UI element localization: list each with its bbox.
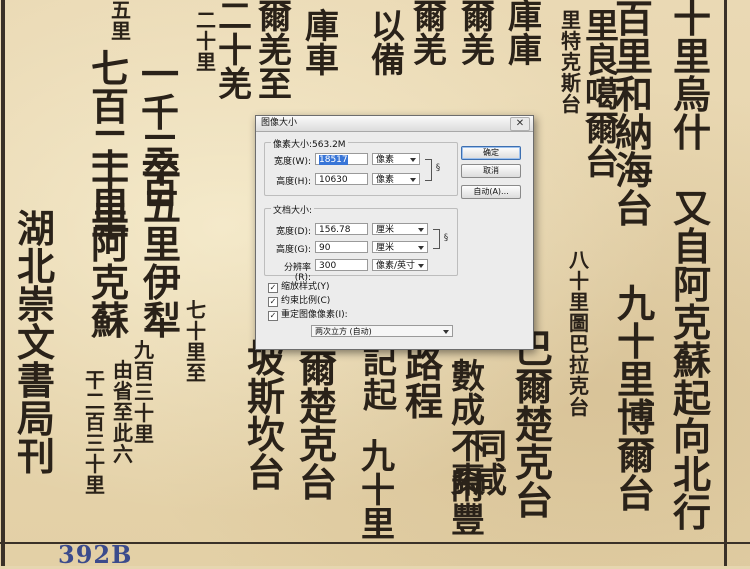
constrain-checkbox[interactable]: ✓ [268,297,278,307]
text-column: 八 十 里 圖 巴 拉 克 台 [569,248,589,419]
pixel-height-input[interactable]: 10630 [315,173,368,185]
resolution-label: 分辨率(R): [283,263,311,283]
text-column: 五 里 [111,0,131,43]
pixel-height-unit-select[interactable]: 像素 [372,173,420,185]
resolution-unit-select[interactable]: 像素/英寸 [372,259,428,271]
text-column: 干 二 百 三 十 里 [85,368,105,497]
page-border-right [724,0,727,566]
pixel-dimensions-group: 像素大小:563.2M 宽度(W): 18517 像素 高度(H): 10630… [264,137,458,196]
constrain-bracket [425,159,432,181]
text-column: 爾 楚 克 台 [298,346,337,505]
constrain-label: 约束比例(C) [281,296,331,306]
text-column: 里 特 克 斯 台 [561,8,581,116]
doc-width-row: 宽度(D): 156.78 厘米 [269,223,454,237]
text-column: 卒 五 里 伊 犁 [142,146,181,343]
doc-width-input[interactable]: 156.78 [315,223,368,235]
text-column: 數 成 [451,357,485,431]
resample-checkbox[interactable]: ✓ [268,311,278,321]
scale-styles-label: 缩放样式(Y) [281,282,330,292]
pixel-width-label: 宽度(W): [274,157,311,167]
page-border-left [1,0,5,566]
pixel-width-unit-select[interactable]: 像素 [372,153,420,165]
resample-checkbox-row[interactable]: ✓ 重定图像像素(I): [268,310,348,321]
dialog-titlebar[interactable]: 图像大小 ✕ [256,116,533,132]
text-column: 二 十 羌 [218,0,252,105]
cancel-button[interactable]: 取消 [461,164,521,178]
pixel-height-label: 高度(H): [276,177,311,187]
constrain-checkbox-row[interactable]: ✓ 约束比例(C) [268,296,330,307]
link-chain-icon: § [435,163,441,173]
text-column: 由 省 至 此 六 [113,358,133,466]
dialog-title: 图像大小 [261,118,298,128]
resample-method-select[interactable]: 两次立方 (自动) [311,325,453,337]
resolution-input[interactable]: 300 [315,259,368,271]
text-column: 以 備 [371,7,405,81]
doc-height-label: 高度(G): [275,245,311,255]
resample-label: 重定图像像素(I): [281,310,348,320]
text-column: 二 十 里 [196,8,216,74]
pixel-dimensions-label: 像素大小:563.2M [271,137,348,150]
document-size-group: 文档大小: 宽度(D): 156.78 厘米 高度(G): 90 厘米 分辨率(… [264,203,458,283]
doc-height-row: 高度(G): 90 厘米 [269,241,454,255]
chevron-down-icon [418,264,424,268]
image-size-dialog: 图像大小 ✕ 像素大小:563.2M 宽度(W): 18517 像素 高度(H)… [255,115,534,350]
text-column: 爾 羌 至 [258,0,292,105]
text-column: 十 里 阿 克 蘇 [90,146,129,343]
text-column: 附 豐 [451,467,485,541]
doc-height-input[interactable]: 90 [315,241,368,253]
text-column: 庫 庫 [508,0,542,71]
ok-button[interactable]: 确定 [461,146,521,160]
text-column: 庫 車 [305,7,339,81]
chevron-down-icon [443,330,449,334]
text-column: 巴 爾 楚 克 台 [514,330,553,523]
text-column: 爾 羌 [461,0,495,71]
chevron-down-icon [418,246,424,250]
chevron-down-icon [410,158,416,162]
chevron-down-icon [418,228,424,232]
text-column: 坡 斯 坎 台 [246,336,285,495]
text-column: 里 良 噶 爾 台 [585,7,619,183]
constrain-bracket [433,229,440,249]
auto-button[interactable]: 自动(A)... [461,185,521,199]
catalog-stamp: 392B [58,540,133,569]
pixel-width-input[interactable]: 18517 [315,153,368,165]
resolution-row: 分辨率(R): 300 像素/英寸 [269,259,454,283]
close-icon[interactable]: ✕ [510,117,530,131]
publisher-imprint: 湖 北 崇 文 書 局 刊 [16,206,55,479]
doc-height-unit-select[interactable]: 厘米 [372,241,428,253]
text-column: 九 十 里 博 爾 台 [616,281,655,516]
text-column: 記 起 [363,342,397,416]
text-column: 九 十 里 [361,437,395,545]
chevron-down-icon [410,178,416,182]
scale-styles-checkbox-row[interactable]: ✓ 缩放样式(Y) [268,282,330,293]
scale-styles-checkbox[interactable]: ✓ [268,283,278,293]
text-column: 七 十 里 至 [186,298,206,385]
doc-width-label: 宽度(D): [276,227,311,237]
document-size-label: 文档大小: [271,203,315,216]
link-chain-icon: § [443,233,449,243]
text-column: 又 自 阿 克 蘇 起 向 北 行 [672,186,711,535]
text-column: 爾 羌 [413,0,447,71]
doc-width-unit-select[interactable]: 厘米 [372,223,428,235]
text-column: 十 里 烏 什 [672,0,711,155]
text-column: 九 百 三 十 里 [134,338,154,446]
text-column: 路 程 [404,341,443,424]
